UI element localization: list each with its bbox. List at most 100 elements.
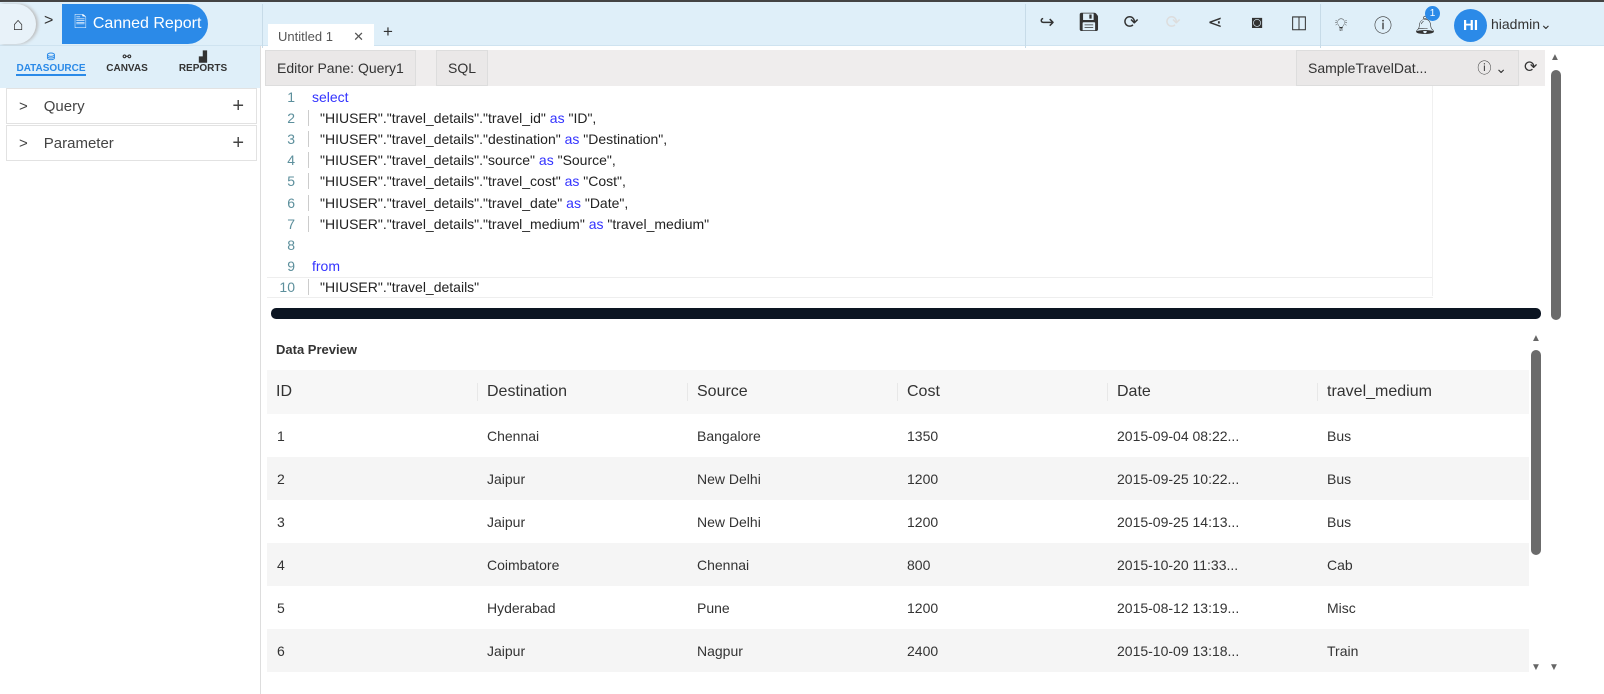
datasource-icon: ⛁ (46, 52, 56, 63)
bell-icon[interactable]: 🔔︎ (1404, 15, 1446, 36)
refresh-disabled-icon: ⟳ (1165, 12, 1181, 32)
code-text: "HIUSER"."travel_details"."travel_medium… (308, 215, 710, 232)
code-line: 3 "HIUSER"."travel_details"."destination"… (267, 128, 1433, 149)
tab-datasource[interactable]: ⛁ DATASOURCE (16, 46, 86, 88)
add-query-icon[interactable]: + (232, 95, 244, 118)
code-text: "HIUSER"."travel_details"."travel_date" … (308, 194, 629, 211)
code-text: "HIUSER"."travel_details"."source" as "S… (308, 152, 616, 169)
home-icon: ⌂ (12, 13, 24, 34)
column-header[interactable]: Source (687, 383, 897, 401)
user-menu[interactable]: hiadmin⌄ (1491, 16, 1552, 33)
table-row: 5 Hyderabad Pune 1200 2015-08-12 13:19... Mis… (267, 586, 1529, 629)
tab-label: DATASOURCE (16, 63, 86, 76)
scroll-up-icon[interactable]: ▲ (1531, 333, 1541, 344)
column-header[interactable]: Cost (897, 383, 1107, 401)
column-header[interactable]: Date (1107, 383, 1317, 401)
tab-untitled-1[interactable]: Untitled 1 ✕ (268, 24, 374, 48)
code-segment: "HIUSER"."travel_details"."destination" (320, 130, 565, 147)
code-segment: "HIUSER"."travel_details"."travel_id" (320, 109, 550, 126)
code-segment: "Source", (553, 152, 616, 169)
table-cell: Jaipur (487, 470, 526, 487)
sidebar-item-query[interactable]: > Query + (6, 88, 257, 124)
keyword: as (564, 173, 580, 190)
datasource-select[interactable]: SampleTravelDat... ⓘ ⌄ (1296, 50, 1519, 86)
chevron-right-icon: > (19, 97, 28, 115)
editor-scrollbar[interactable] (1551, 70, 1561, 320)
code-segment: "HIUSER"."travel_details"."travel_cost" (320, 173, 565, 190)
code-segment: "Date", (580, 194, 629, 211)
code-line: 4 "HIUSER"."travel_details"."source" as "… (267, 150, 1433, 171)
notification-badge: 1 (1425, 6, 1440, 21)
minimap[interactable] (1432, 86, 1532, 296)
info-chevron-icon: ⓘ ⌄ (1477, 60, 1507, 76)
table-cell: 2015-08-12 13:19... (1117, 599, 1240, 616)
preview-folder-icon[interactable]: ◙ (1236, 12, 1278, 33)
reload-icon[interactable]: ⟳ (1524, 57, 1537, 77)
line-number: 10 (279, 279, 295, 296)
scroll-down-icon[interactable]: ▼ (1549, 662, 1559, 673)
column-header[interactable]: ID (267, 383, 477, 401)
avatar[interactable]: HI (1454, 9, 1487, 42)
panel-toggle-icon[interactable]: ◫ (1278, 12, 1320, 33)
line-number: 4 (287, 152, 295, 169)
column-header[interactable]: travel_medium (1317, 383, 1527, 401)
save-icon[interactable]: 💾︎ (1068, 12, 1110, 33)
scroll-down-icon[interactable]: ▼ (1531, 662, 1541, 673)
editor-pane-label[interactable]: Editor Pane: Query1 (265, 50, 416, 86)
column-header[interactable]: Destination (477, 383, 687, 401)
datasource-label: SampleTravelDat... (1308, 60, 1428, 76)
table-cell: Hyderabad (487, 599, 556, 616)
table-cell: 2 (277, 470, 285, 487)
line-number: 9 (287, 258, 295, 275)
table-cell: Chennai (487, 427, 540, 444)
add-tab-button[interactable]: + (383, 22, 393, 42)
table-cell: 2015-09-25 10:22... (1117, 470, 1240, 487)
table-cell: 3 (277, 513, 285, 530)
code-segment: "Destination", (579, 130, 668, 147)
code-text: "HIUSER"."travel_details"."travel_id" as… (308, 109, 596, 126)
code-line: 8 (267, 234, 1433, 255)
refresh-icon[interactable]: ⟳ (1110, 12, 1152, 33)
table-cell: 1200 (907, 470, 939, 487)
table-cell: 1200 (907, 599, 939, 616)
breadcrumb-canned-report[interactable]: 🗎 Canned Report (62, 4, 208, 44)
table-cell: New Delhi (697, 513, 761, 530)
lightbulb-icon[interactable]: 💡︎ (1320, 15, 1362, 36)
help-icon[interactable]: ⓘ (1362, 12, 1404, 38)
sidebar-item-parameter[interactable]: > Parameter + (6, 125, 257, 161)
code-segment: "HIUSER"."travel_details"."travel_medium… (320, 215, 589, 232)
table-cell: Jaipur (487, 513, 526, 530)
table-cell: 2015-09-04 08:22... (1117, 427, 1240, 444)
table-cell: 2400 (907, 642, 939, 659)
code-line: 10 "HIUSER"."travel_details" (267, 276, 1433, 298)
tab-reports[interactable]: ▟ REPORTS (172, 46, 234, 88)
code-text: "HIUSER"."travel_details"."destination" … (308, 130, 668, 147)
table-cell: 1200 (907, 513, 939, 530)
chart-icon: ▟ (199, 52, 207, 63)
line-number: 7 (287, 215, 295, 232)
table-header: ID Destination Source Cost Date travel_medium (267, 370, 1529, 414)
sql-editor[interactable]: 1 select 2 "HIUSER"."travel_details"."trave… (267, 86, 1433, 298)
table-cell: New Delhi (697, 470, 761, 487)
code-segment: select (312, 88, 349, 105)
add-parameter-icon[interactable]: + (232, 132, 244, 155)
code-line: 7 "HIUSER"."travel_details"."travel_mediu… (267, 213, 1433, 234)
code-segment: from (312, 258, 340, 275)
table-cell: 800 (907, 556, 931, 573)
home-button[interactable]: ⌂ (0, 4, 36, 44)
sql-button[interactable]: SQL (436, 50, 489, 86)
table-cell: Nagpur (697, 642, 743, 659)
section-label: Query (43, 97, 85, 115)
scroll-up-icon[interactable]: ▲ (1550, 52, 1560, 63)
code-segment: "travel_medium" (603, 215, 710, 232)
redo-icon[interactable]: ↪ (1026, 12, 1068, 33)
pane-splitter[interactable] (271, 308, 1541, 319)
close-icon[interactable]: ✕ (353, 29, 364, 44)
table-scrollbar[interactable] (1531, 350, 1541, 555)
share-icon[interactable]: ⋖ (1194, 12, 1236, 33)
tab-label: REPORTS (178, 63, 228, 74)
tab-canvas[interactable]: ⚯ CANVAS (96, 46, 158, 88)
table-cell: Bus (1327, 470, 1352, 487)
keyword: as (549, 109, 565, 126)
document-icon: 🗎 (74, 13, 87, 31)
